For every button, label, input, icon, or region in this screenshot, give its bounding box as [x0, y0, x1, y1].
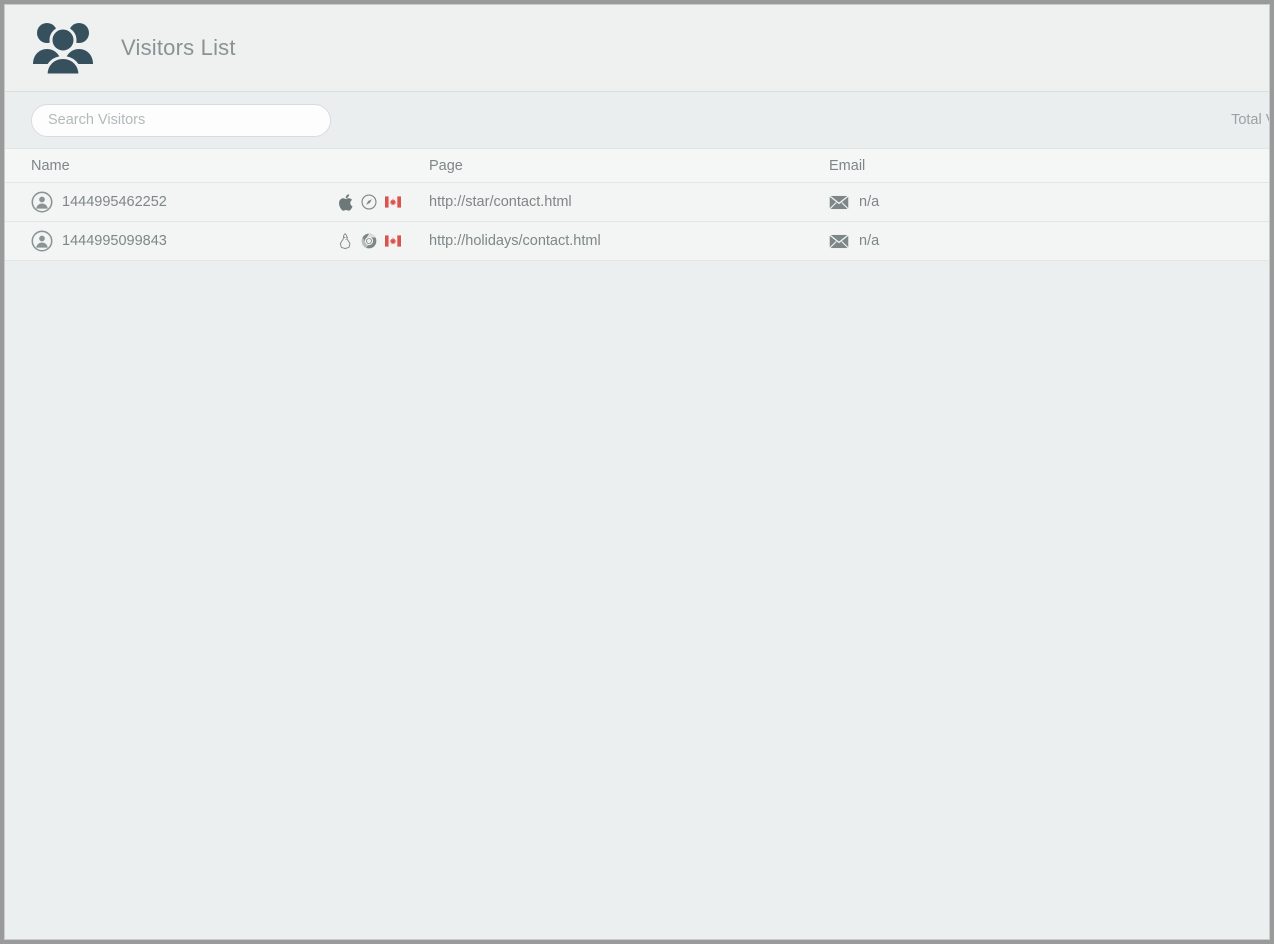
- cell-name: 1444995099843: [5, 222, 423, 260]
- canada-flag-icon: [385, 196, 401, 208]
- title-bar: Visitors List: [5, 5, 1269, 92]
- row-meta-icons: [339, 222, 401, 260]
- column-header-name: Name: [31, 157, 70, 174]
- table-row[interactable]: 1444995462252 http://star/contact.html n…: [5, 183, 1269, 222]
- page-url[interactable]: http://holidays/contact.html: [429, 233, 601, 249]
- visitor-id: 1444995099843: [62, 233, 167, 249]
- chrome-icon: [361, 233, 377, 249]
- people-group-icon: [33, 23, 93, 76]
- cell-email: n/a: [823, 183, 1269, 221]
- column-header-page: Page: [429, 157, 463, 174]
- cell-page: http://star/contact.html: [423, 183, 823, 221]
- user-circle-icon: [31, 230, 53, 252]
- cell-name: 1444995462252: [5, 183, 423, 221]
- row-meta-icons: [339, 183, 401, 221]
- page-url[interactable]: http://star/contact.html: [429, 194, 572, 210]
- canada-flag-icon: [385, 235, 401, 247]
- page-title: Visitors List: [121, 35, 236, 60]
- apple-icon: [339, 193, 353, 211]
- toolbar: Total Visitors: [5, 92, 1269, 149]
- table-row[interactable]: 1444995099843 http://holidays/contact.ht…: [5, 222, 1269, 261]
- envelope-icon: [829, 233, 849, 248]
- linux-tux-icon: [339, 233, 351, 249]
- email-value: n/a: [859, 233, 880, 249]
- email-value: n/a: [859, 194, 880, 210]
- envelope-icon: [829, 194, 849, 209]
- column-header-email: Email: [829, 157, 866, 174]
- visitor-id: 1444995462252: [62, 194, 167, 210]
- empty-table-area: [5, 261, 1269, 939]
- search-input[interactable]: [31, 103, 331, 137]
- user-circle-icon: [31, 191, 53, 213]
- cell-page: http://holidays/contact.html: [423, 222, 823, 260]
- application-window: Visitors List Total Visitors Name Page E…: [0, 0, 1274, 944]
- visitors-table: Name Page Email 1444995462252 http://sta…: [5, 149, 1269, 939]
- table-header-row: Name Page Email: [5, 149, 1269, 183]
- cell-email: n/a: [823, 222, 1269, 260]
- window-inner-panel: Visitors List Total Visitors Name Page E…: [4, 4, 1270, 940]
- total-visitors-label: Total Visitors: [1231, 112, 1269, 128]
- safari-icon: [361, 194, 377, 210]
